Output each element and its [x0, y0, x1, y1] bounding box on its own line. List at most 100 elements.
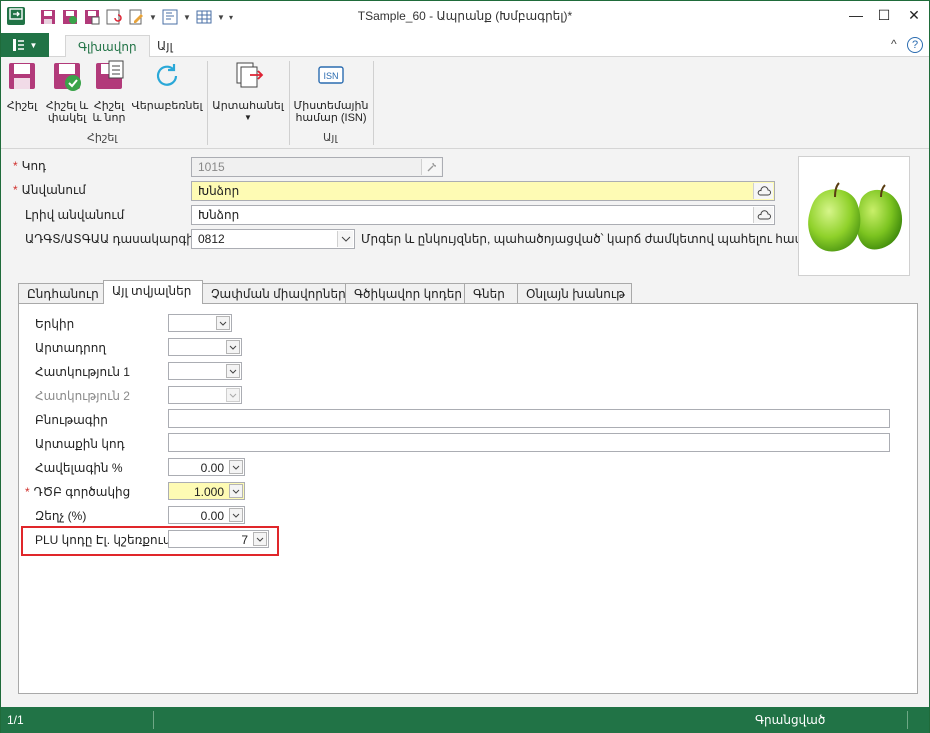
required-marker: *: [13, 183, 18, 197]
save-close-button[interactable]: Հիշել և փակել: [43, 59, 91, 124]
cloud-icon[interactable]: [753, 183, 773, 199]
code-field[interactable]: 1015: [191, 157, 443, 177]
ribbon-separator: [207, 61, 208, 145]
edit-icon[interactable]: [127, 8, 145, 26]
vat-coefficient-value: 1.000: [193, 485, 224, 499]
reload-icon: [156, 64, 178, 86]
vat-coefficient-input[interactable]: 1.000: [168, 482, 245, 500]
maximize-button[interactable]: ☐: [867, 1, 901, 29]
isn-button[interactable]: ISN Միստեմային համար (ISN): [291, 59, 371, 124]
category-description: Մրգեր և ընկույզներ, պահածոյացված՝ կարճ ժ…: [361, 232, 836, 246]
chevron-down-icon[interactable]: ▼: [183, 13, 191, 22]
export-icon: [236, 62, 264, 88]
save-close-label-2: փակել: [47, 112, 87, 124]
save-button-label: Հիշել: [6, 100, 38, 112]
title-bar: ▼ ▼ ▼ ▾ TSample_60 - Ապրանք (Խմբագրել)* …: [1, 1, 929, 33]
tab-panel-other-data: [18, 303, 918, 694]
chevron-down-icon[interactable]: [226, 340, 240, 354]
category-select[interactable]: 0812: [191, 229, 355, 249]
save-group-label: Հիշել: [87, 132, 118, 144]
attribute-2-select: [168, 386, 242, 404]
discount-input[interactable]: 0.00: [168, 506, 245, 524]
tab-other-data[interactable]: Այլ տվյալներ: [103, 280, 203, 304]
cloud-icon[interactable]: [753, 207, 773, 223]
required-marker: *: [13, 159, 18, 173]
chevron-down-icon[interactable]: [229, 508, 243, 522]
name-label: * Անվանում: [13, 183, 86, 197]
wrench-icon[interactable]: [421, 159, 441, 175]
chevron-down-icon[interactable]: [229, 484, 243, 498]
plu-input[interactable]: 7: [168, 530, 269, 548]
ribbon-tab-bar: ▼ Գլխավոր Այլ ^ ?: [1, 33, 929, 58]
tab-home[interactable]: Գլխավոր: [65, 35, 150, 58]
isn-label-2: համար (ISN): [295, 112, 367, 124]
external-code-input[interactable]: [168, 433, 890, 452]
attribute-1-select[interactable]: [168, 362, 242, 380]
chevron-down-icon[interactable]: ▼: [217, 13, 225, 22]
chevron-down-icon: ▼: [244, 113, 252, 122]
reload-button[interactable]: Վերաբեռնել: [127, 59, 207, 112]
collapse-ribbon-icon[interactable]: ^: [891, 37, 897, 51]
status-separator: [153, 711, 154, 729]
attribute-2-label: Հատկություն 2: [35, 389, 130, 403]
required-marker: *: [25, 485, 30, 499]
code-label: * Կոդ: [13, 159, 47, 173]
save-button[interactable]: Հիշել: [3, 59, 41, 112]
tab-barcodes[interactable]: Գծիկավոր կոդեր: [345, 283, 465, 304]
save-close-icon: [54, 63, 81, 91]
product-image[interactable]: [798, 156, 910, 276]
chevron-down-icon[interactable]: [226, 364, 240, 378]
chevron-down-icon[interactable]: [337, 231, 353, 247]
fullname-label: Լրիվ անվանում: [25, 208, 125, 222]
apple-image: [808, 182, 903, 252]
reload-icon[interactable]: [105, 8, 123, 26]
save-close-icon[interactable]: [61, 8, 79, 26]
status-bar: 1/1 Գրանցված: [1, 707, 929, 733]
tab-other[interactable]: Այլ: [145, 35, 185, 58]
plu-value: 7: [241, 533, 248, 547]
quick-access-toolbar: ▼ ▼ ▼ ▾: [39, 7, 237, 27]
svg-text:ISN: ISN: [323, 71, 338, 81]
discount-value: 0.00: [200, 509, 224, 523]
chevron-down-icon[interactable]: ▼: [149, 13, 157, 22]
nature-label: Բնութագիր: [35, 413, 108, 427]
table-icon[interactable]: [195, 8, 213, 26]
app-window: ▼ ▼ ▼ ▾ TSample_60 - Ապրանք (Խմբագրել)* …: [0, 0, 930, 733]
isn-label-1: Միստեմային: [293, 100, 369, 112]
manufacturer-select[interactable]: [168, 338, 242, 356]
discount-label: Զեղչ (%): [35, 509, 87, 523]
name-field[interactable]: Խնձոր: [191, 181, 775, 201]
country-select[interactable]: [168, 314, 232, 332]
export-label: Արտահանել: [212, 100, 284, 112]
isn-icon: ISN: [318, 66, 344, 84]
tab-online-shop[interactable]: Օնլայն խանութ: [517, 283, 632, 304]
save-close-label-1: Հիշել և: [45, 100, 89, 112]
nature-input[interactable]: [168, 409, 890, 428]
customize-qat-icon[interactable]: ▾: [229, 13, 237, 22]
chevron-down-icon: [226, 388, 240, 402]
save-new-button[interactable]: Հիշել և նոր: [89, 59, 129, 124]
close-button[interactable]: ✕: [897, 1, 930, 29]
other-group-label: Այլ: [323, 132, 338, 144]
chevron-down-icon[interactable]: [229, 460, 243, 474]
export-button[interactable]: Արտահանել ▼: [209, 59, 287, 124]
manufacturer-label: Արտադրող: [35, 341, 106, 355]
vat-coefficient-label: * ԴԾԲ գործակից: [25, 485, 131, 499]
markup-input[interactable]: 0.00: [168, 458, 245, 476]
ribbon-separator: [373, 61, 374, 145]
external-code-label: Արտաքին կոդ: [35, 437, 125, 451]
tab-prices[interactable]: Գներ: [464, 283, 518, 304]
chevron-down-icon[interactable]: [216, 316, 230, 330]
save-new-icon[interactable]: [83, 8, 101, 26]
country-label: Երկիր: [35, 317, 75, 331]
sum-icon[interactable]: [161, 8, 179, 26]
save-icon[interactable]: [39, 8, 57, 26]
chevron-down-icon[interactable]: [253, 532, 267, 546]
file-menu-button[interactable]: ▼: [1, 33, 49, 57]
tab-units[interactable]: Չափման միավորներ: [202, 283, 346, 304]
tab-general[interactable]: Ընդհանուր: [18, 283, 104, 304]
ribbon-separator: [289, 61, 290, 145]
fullname-field[interactable]: Խնձոր: [191, 205, 775, 225]
markup-label: Հավելագին %: [35, 461, 123, 475]
help-icon[interactable]: ?: [907, 37, 923, 53]
